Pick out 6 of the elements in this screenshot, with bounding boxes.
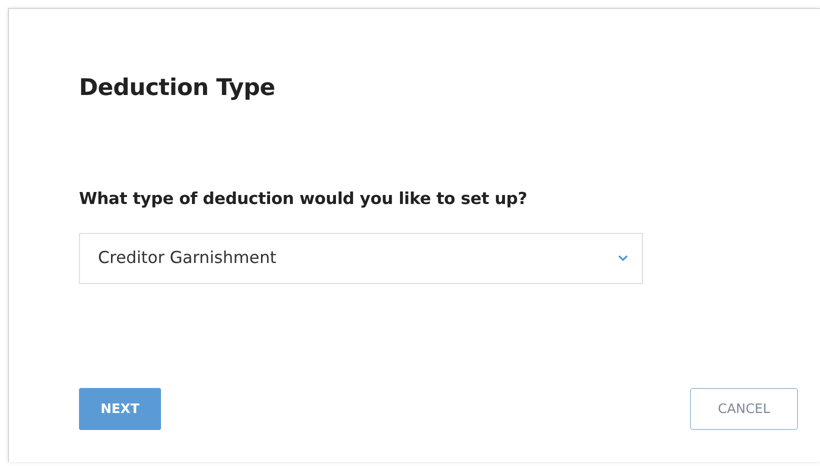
next-button[interactable]: NEXT <box>79 388 161 430</box>
chevron-down-icon <box>618 255 628 262</box>
dialog-title: Deduction Type <box>79 75 276 103</box>
cancel-button[interactable]: CANCEL <box>690 388 798 430</box>
question-label: What type of deduction would you like to set up? <box>79 188 528 210</box>
deduction-type-dropdown[interactable]: Creditor Garnishment <box>79 233 643 284</box>
